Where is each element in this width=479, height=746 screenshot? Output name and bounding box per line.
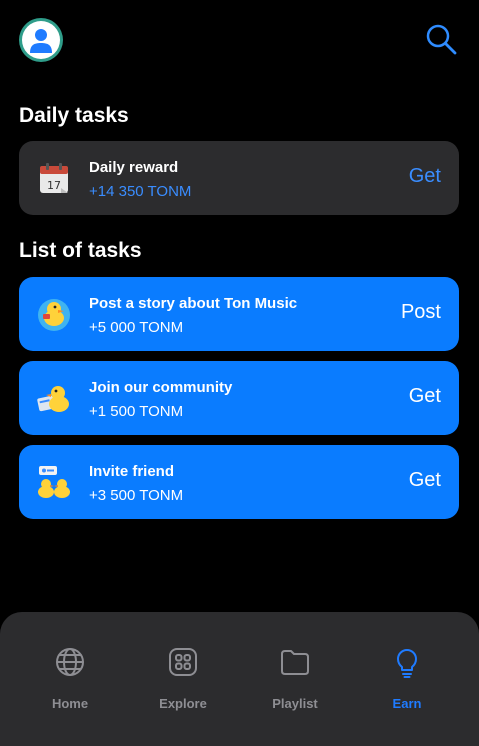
task-reward: +3 500 TONM (89, 487, 184, 504)
daily-reward-get-button[interactable]: Get (409, 165, 441, 188)
get-button[interactable]: Get (409, 385, 441, 408)
folder-icon (281, 650, 309, 675)
task-title: Invite friend (89, 463, 175, 480)
nav-item-playlist[interactable]: Playlist (250, 646, 340, 726)
duck-friends-icon (38, 466, 70, 498)
duck-community-icon (37, 386, 69, 412)
daily-tasks-heading: Daily tasks (19, 104, 129, 127)
daily-reward-title: Daily reward (89, 159, 179, 176)
search-button[interactable] (424, 22, 458, 56)
grid-icon (169, 648, 197, 676)
nav-item-explore[interactable]: Explore (138, 646, 228, 726)
daily-reward-card[interactable]: 17 Daily reward +14 350 TONM Get (19, 141, 459, 215)
task-title: Post a story about Ton Music (89, 295, 298, 312)
nav-item-earn[interactable]: Earn (362, 646, 452, 726)
task-title: Join our community (89, 379, 233, 396)
bottom-navigation: Home Explore Playlist Earn (0, 612, 479, 746)
task-card-post-story[interactable]: Post a story about Ton Music +5 000 TONM… (19, 277, 459, 351)
task-card-join-community[interactable]: Join our community +1 500 TONM Get (19, 361, 459, 435)
app-header (0, 0, 479, 80)
duck-story-icon (38, 299, 70, 331)
task-reward: +1 500 TONM (89, 403, 184, 420)
nav-label: Earn (392, 696, 422, 711)
nav-label: Explore (159, 696, 207, 711)
daily-reward-amount: +14 350 TONM (89, 183, 192, 200)
user-avatar-icon (30, 29, 52, 53)
profile-avatar[interactable] (19, 18, 63, 62)
list-of-tasks-heading: List of tasks (19, 239, 142, 262)
nav-label: Playlist (272, 696, 318, 711)
nav-label: Home (51, 696, 89, 711)
task-reward: +5 000 TONM (89, 319, 184, 336)
post-button[interactable]: Post (401, 301, 441, 324)
nav-item-home[interactable]: Home (25, 646, 115, 726)
search-icon (426, 24, 457, 55)
task-card-invite-friend[interactable]: Invite friend +3 500 TONM Get (19, 445, 459, 519)
svg-text:17: 17 (47, 179, 61, 192)
get-button[interactable]: Get (409, 469, 441, 492)
globe-icon (56, 648, 84, 676)
calendar-icon: 17 (40, 163, 68, 193)
lightbulb-icon (397, 649, 417, 678)
